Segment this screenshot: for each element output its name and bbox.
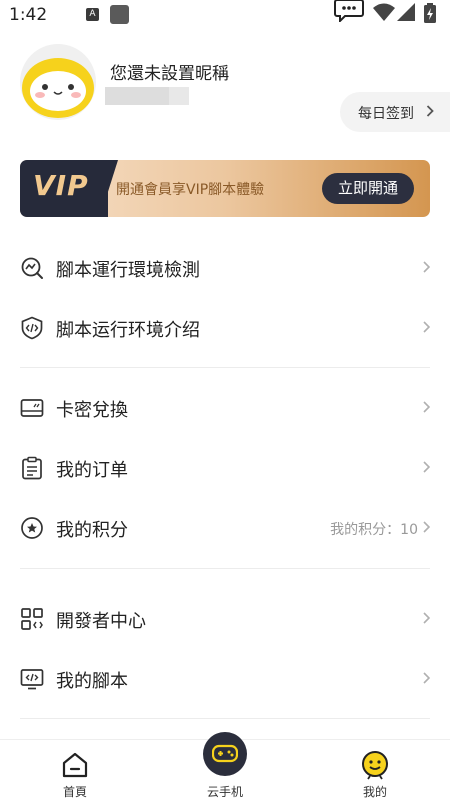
user-id-redacted-inner — [105, 87, 169, 105]
menu-item-developer-center[interactable]: 開發者中心 — [20, 595, 430, 643]
tab-cloud-phone-label: 云手机 — [206, 785, 243, 799]
clipboard-icon — [22, 456, 42, 480]
menu-item-my-orders[interactable]: 我的订单 — [20, 444, 430, 492]
menu-label-my-orders: 我的订单 — [56, 460, 128, 481]
message-icon — [334, 0, 364, 22]
daily-checkin-label: 每日签到 — [358, 106, 414, 122]
nickname[interactable]: 您還未設置昵稱 — [110, 59, 229, 84]
points-star-icon — [21, 517, 43, 539]
vip-promo-text: 開通會員享VIP腳本體驗 — [116, 182, 265, 198]
chevron-right-icon — [423, 521, 430, 533]
menu-label-env-intro: 脚本运行环境介绍 — [56, 320, 200, 341]
divider — [20, 718, 430, 719]
vip-banner[interactable]: VIP 開通會員享VIP腳本體驗 立即開通 — [20, 160, 430, 217]
signal-icon — [397, 3, 415, 21]
tab-cloud-phone[interactable]: 云手机 — [180, 732, 270, 801]
tab-home-label: 首頁 — [62, 785, 87, 799]
chevron-right-icon — [423, 261, 430, 273]
menu-item-env-intro[interactable]: 脚本运行环境介绍 — [20, 304, 430, 352]
divider — [20, 367, 430, 368]
notification-app-icon — [110, 5, 129, 24]
notification-a-icon: A — [86, 8, 99, 21]
grid-apps-icon — [21, 608, 43, 630]
menu-item-my-scripts[interactable]: 我的腳本 — [20, 655, 430, 703]
home-icon — [62, 752, 88, 778]
battery-icon — [424, 3, 436, 23]
menu-label-developer-center: 開發者中心 — [56, 611, 146, 632]
divider — [20, 568, 430, 569]
menu-label-my-scripts: 我的腳本 — [56, 671, 128, 692]
shield-code-icon — [21, 316, 43, 340]
menu-item-env-check[interactable]: 腳本運行環境檢測 — [20, 244, 430, 292]
tab-mine[interactable]: 我的 — [330, 740, 420, 801]
status-icons — [334, 0, 444, 30]
menu-item-my-points[interactable]: 我的积分 我的积分：10 — [20, 504, 430, 552]
activate-vip-button[interactable]: 立即開通 — [322, 173, 414, 204]
tab-mine-label: 我的 — [362, 785, 387, 799]
menu-item-card-redeem[interactable]: 卡密兌換 — [20, 384, 430, 432]
avatar[interactable] — [20, 44, 96, 120]
chevron-right-icon — [423, 321, 430, 333]
daily-checkin-button[interactable]: 每日签到 — [340, 92, 450, 132]
chevron-right-icon — [423, 461, 430, 473]
gamepad-icon — [212, 744, 238, 763]
chevron-right-icon — [423, 672, 430, 684]
mine-mascot-icon — [362, 751, 388, 780]
wifi-icon — [373, 3, 395, 21]
menu-label-my-points: 我的积分 — [56, 520, 128, 541]
cloud-phone-badge — [203, 732, 247, 776]
chevron-right-icon — [426, 105, 434, 117]
menu-label-env-check: 腳本運行環境檢測 — [56, 260, 200, 281]
card-icon — [20, 399, 44, 417]
points-value: 我的积分：10 — [330, 522, 418, 538]
chevron-right-icon — [423, 401, 430, 413]
search-chart-icon — [21, 257, 43, 279]
monitor-code-icon — [20, 669, 44, 690]
profile-header: 您還未設置昵稱 每日签到 — [20, 44, 450, 134]
status-bar: 1:42 A — [0, 0, 450, 30]
menu-label-card-redeem: 卡密兌換 — [56, 400, 128, 421]
bottom-tab-bar: 首頁 云手机 我的 — [0, 732, 450, 801]
avatar-mascot-icon — [22, 58, 94, 118]
chevron-right-icon — [423, 612, 430, 624]
tab-home[interactable]: 首頁 — [30, 740, 120, 801]
status-time: 1:42 — [9, 5, 48, 25]
vip-logo: VIP — [33, 169, 89, 202]
